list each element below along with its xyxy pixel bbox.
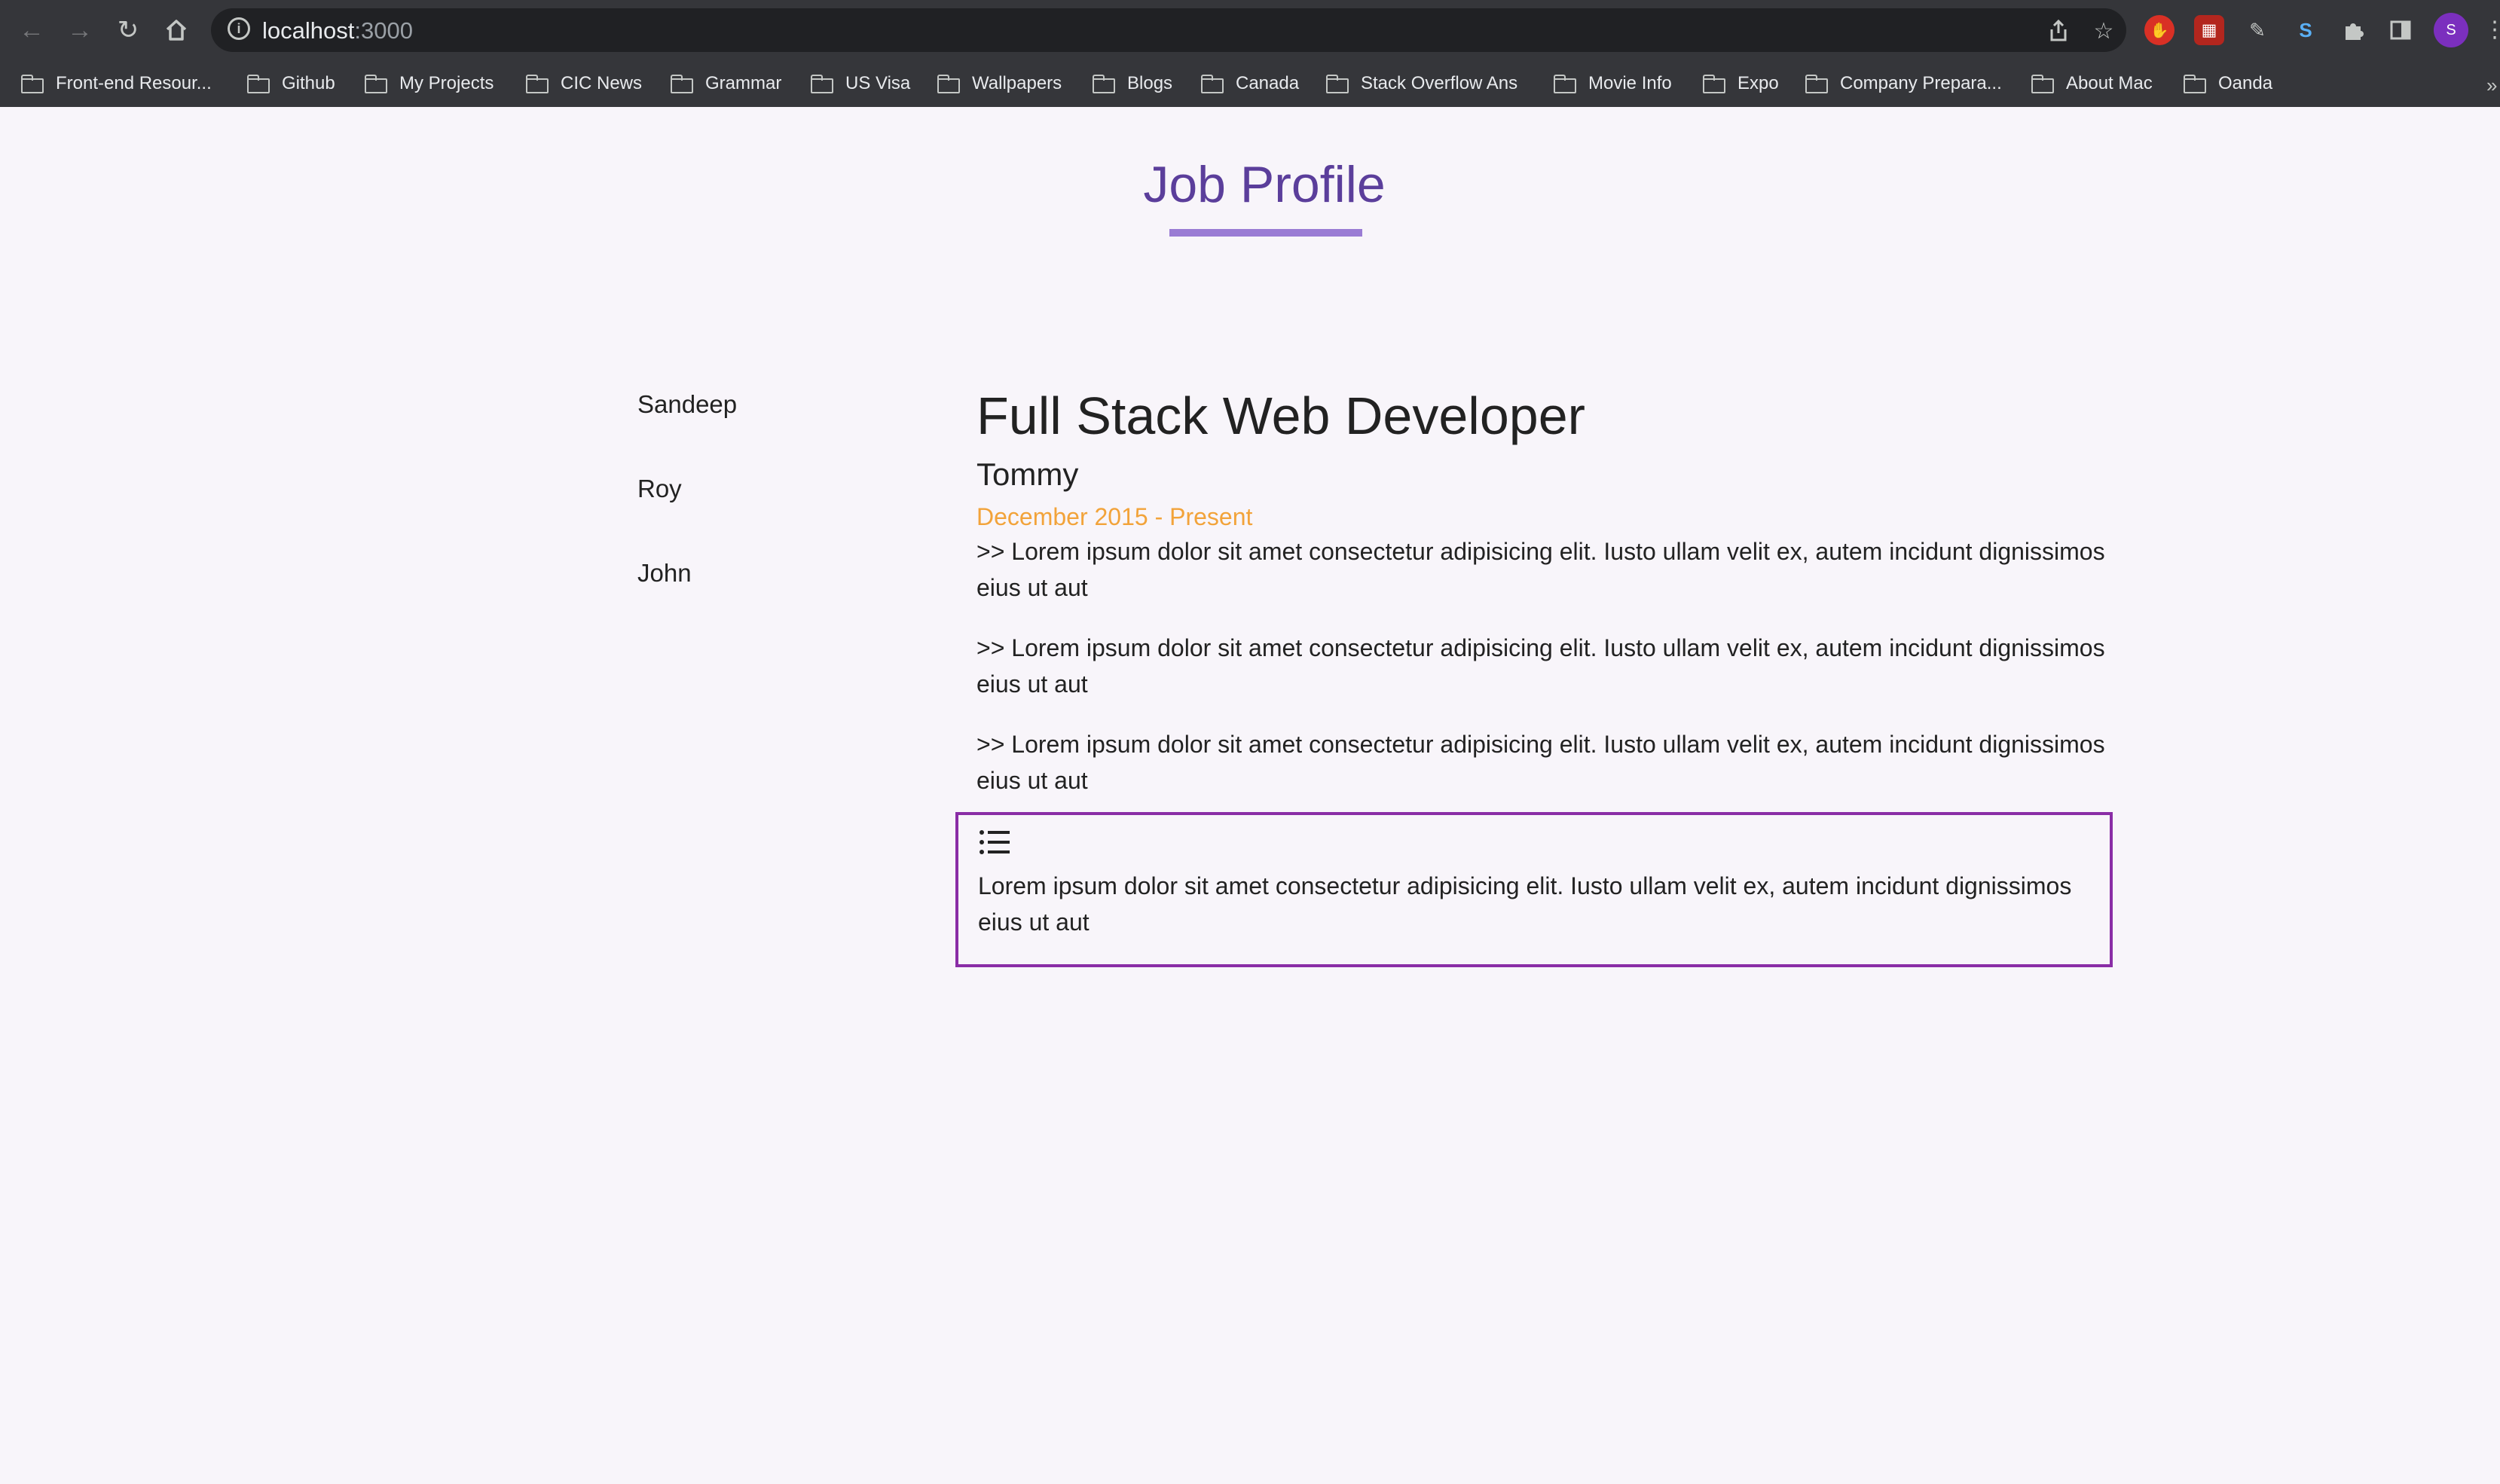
folder-icon: [247, 75, 270, 93]
folder-icon: [1326, 75, 1349, 93]
profile-avatar[interactable]: S: [2434, 13, 2468, 47]
address-bar[interactable]: i localhost:3000 ☆: [211, 8, 2126, 52]
bookmark-folder[interactable]: Oanda: [2184, 68, 2272, 99]
bookmark-folder[interactable]: Canada: [1201, 68, 1299, 99]
browser-chrome: ← → ↻ i localhost:3000 ☆ ✋ ▦ ✎ S S ⋮ Fro…: [0, 0, 2500, 108]
person-tab-sandeep[interactable]: Sandeep: [637, 390, 737, 419]
url-host: localhost: [262, 17, 355, 44]
folder-icon: [365, 75, 387, 93]
bookmark-folder[interactable]: CIC News: [526, 68, 642, 99]
hand-icon: ✋: [2150, 22, 2169, 39]
person-tab-john[interactable]: John: [637, 559, 692, 588]
company-name: Tommy: [976, 456, 1079, 492]
bookmark-folder[interactable]: Stack Overflow Ans: [1326, 68, 1517, 99]
bookmarks-overflow-button[interactable]: »: [2486, 74, 2497, 97]
folder-icon: [526, 75, 549, 93]
bookmark-folder[interactable]: My Projects: [365, 68, 494, 99]
bookmark-folder[interactable]: Github: [247, 68, 335, 99]
side-panel-icon: [2390, 20, 2411, 40]
bookmarks-bar: Front-end Resour... Github My Projects C…: [0, 60, 2500, 108]
highlighted-duty-text: Lorem ipsum dolor sit amet consectetur a…: [978, 872, 2072, 936]
title-underline: [1169, 229, 1362, 237]
bookmark-folder[interactable]: Grammar: [671, 68, 781, 99]
reload-icon: ↻: [117, 16, 139, 44]
bookmark-folder[interactable]: Movie Info: [1554, 68, 1672, 99]
bookmark-folder[interactable]: Company Prepara...: [1805, 68, 2002, 99]
share-button[interactable]: [2045, 17, 2072, 44]
highlighted-duty-box: Lorem ipsum dolor sit amet consectetur a…: [955, 812, 2113, 967]
job-dates: December 2015 - Present: [976, 503, 1253, 530]
folder-icon: [1805, 75, 1828, 93]
bookmark-folder[interactable]: Blogs: [1093, 68, 1172, 99]
share-icon: [2050, 19, 2067, 41]
folder-icon: [1093, 75, 1115, 93]
job-duty: >> Lorem ipsum dolor sit amet consectetu…: [976, 634, 2105, 698]
back-button[interactable]: ←: [14, 12, 50, 48]
bookmark-folder[interactable]: Wallpapers: [937, 68, 1062, 99]
job-duty: >> Lorem ipsum dolor sit amet consectetu…: [976, 731, 2105, 794]
browser-menu-button[interactable]: ⋮: [2483, 15, 2500, 45]
extension-s[interactable]: S: [2291, 15, 2321, 45]
forward-button[interactable]: →: [62, 12, 98, 48]
folder-icon: [2184, 75, 2206, 93]
job-title: Full Stack Web Developer: [976, 386, 1585, 445]
list-icon: [980, 830, 1010, 854]
pencil-icon: ✎: [2249, 18, 2266, 41]
extension-pencil[interactable]: ✎: [2242, 15, 2272, 45]
bookmark-folder[interactable]: US Visa: [811, 68, 910, 99]
bookmark-folder[interactable]: Front-end Resour...: [21, 68, 212, 99]
folder-icon: [2031, 75, 2054, 93]
reload-button[interactable]: ↻: [110, 12, 146, 48]
folder-icon: [671, 75, 693, 93]
bookmark-star-button[interactable]: ☆: [2090, 17, 2117, 44]
extension-tiles[interactable]: ▦: [2194, 15, 2224, 45]
puzzle-icon: [2346, 23, 2364, 40]
extensions-button[interactable]: [2339, 15, 2369, 45]
arrow-right-icon: →: [67, 16, 93, 44]
folder-icon: [21, 75, 44, 93]
job-duty: >> Lorem ipsum dolor sit amet consectetu…: [976, 538, 2105, 601]
star-icon: ☆: [2093, 18, 2114, 44]
s-logo-icon: S: [2299, 18, 2312, 41]
extension-adblock[interactable]: ✋: [2144, 15, 2175, 45]
site-info-icon[interactable]: i: [228, 17, 250, 40]
browser-toolbar: ← → ↻ i localhost:3000 ☆ ✋ ▦ ✎ S S ⋮: [0, 0, 2500, 60]
bookmark-folder[interactable]: About Mac: [2031, 68, 2153, 99]
home-icon: [166, 20, 187, 41]
page-content: Job Profile Sandeep Roy John Full Stack …: [0, 107, 2500, 1484]
folder-icon: [811, 75, 833, 93]
folder-icon: [937, 75, 960, 93]
grid-icon: ▦: [2201, 20, 2217, 39]
folder-icon: [1201, 75, 1224, 93]
page-title: Job Profile: [1143, 156, 1386, 213]
person-tab-roy[interactable]: Roy: [637, 475, 682, 503]
url-text[interactable]: localhost:3000: [262, 17, 413, 44]
url-port: :3000: [354, 17, 413, 44]
folder-icon: [1554, 75, 1576, 93]
home-button[interactable]: [158, 12, 194, 48]
side-panel-button[interactable]: [2385, 15, 2416, 45]
arrow-left-icon: ←: [19, 16, 44, 44]
folder-icon: [1703, 75, 1725, 93]
bookmark-folder[interactable]: Expo: [1703, 68, 1779, 99]
